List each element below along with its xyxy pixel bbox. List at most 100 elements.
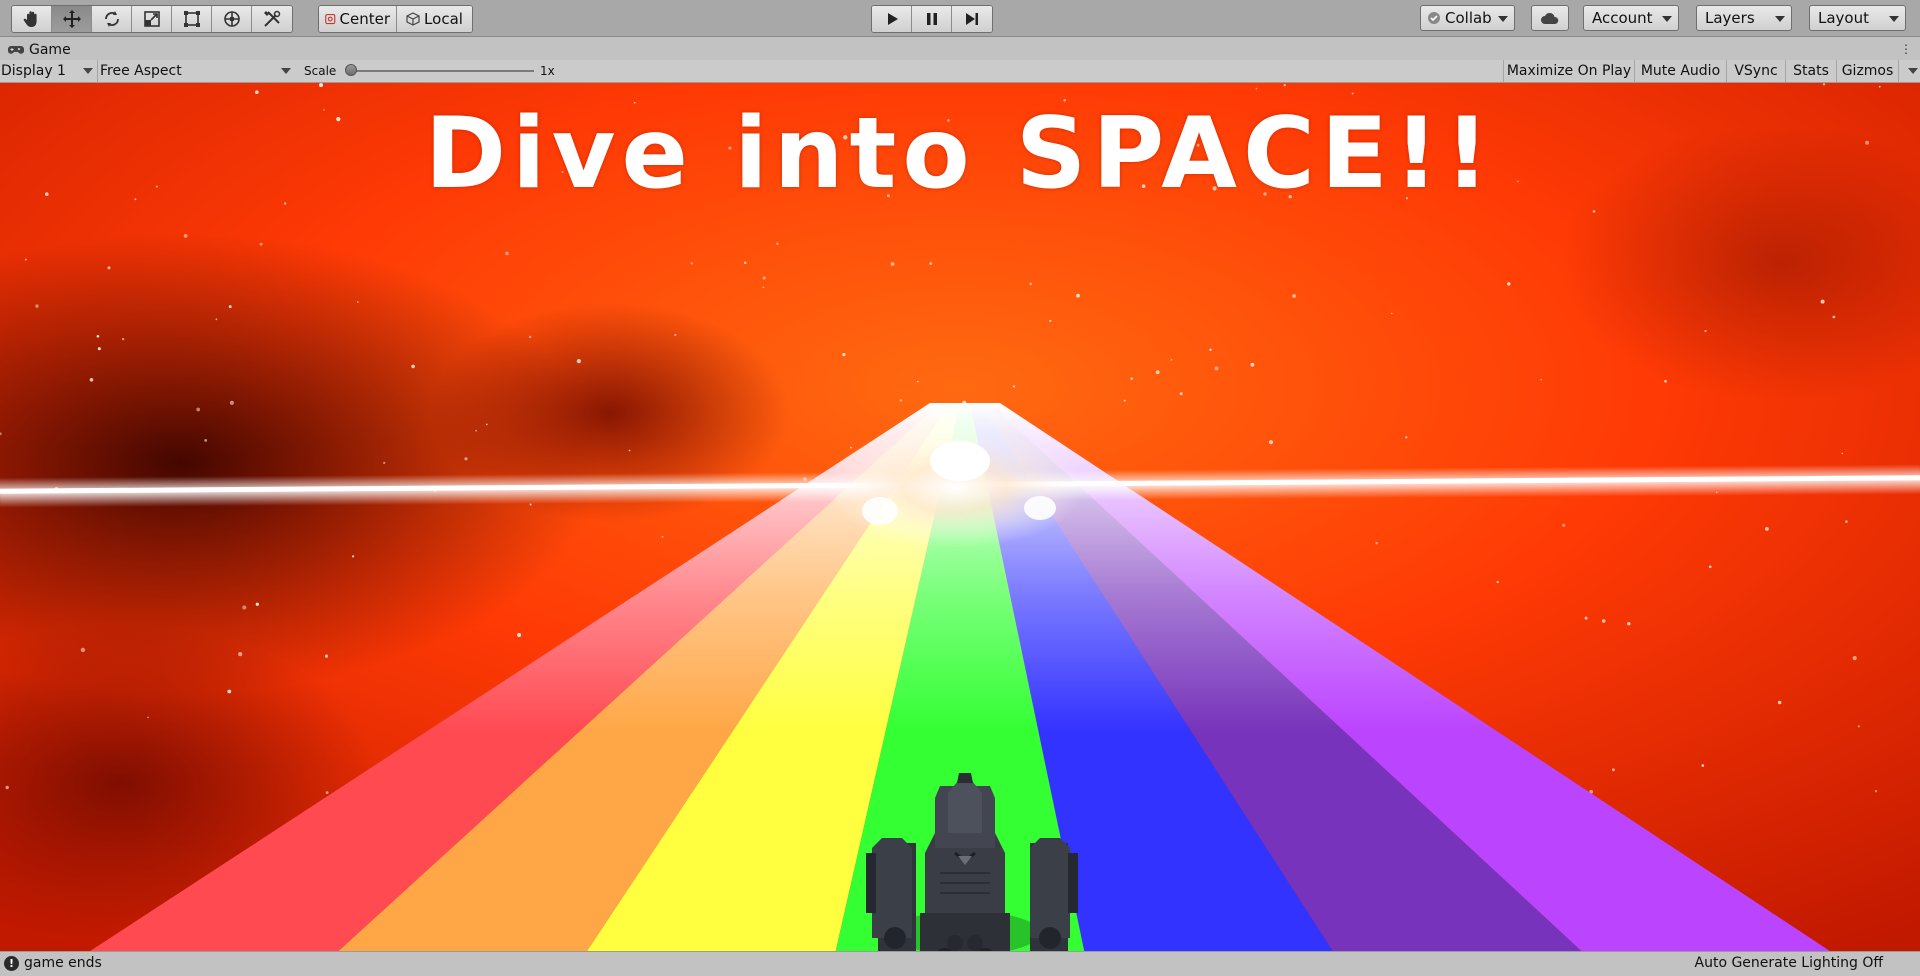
hand-tool-button[interactable]	[12, 6, 52, 32]
star	[215, 318, 218, 321]
rotate-tool-button[interactable]	[92, 6, 132, 32]
maximize-on-play-toggle[interactable]: Maximize On Play	[1503, 60, 1634, 82]
star	[850, 446, 852, 449]
star	[464, 457, 468, 461]
star	[1584, 616, 1588, 620]
scale-slider-thumb[interactable]	[345, 64, 357, 76]
star	[1832, 315, 1836, 319]
scale-label: Scale	[304, 64, 337, 78]
move-tool-button[interactable]	[52, 6, 92, 32]
star	[1405, 436, 1408, 439]
scale-tool-button[interactable]	[132, 6, 172, 32]
star	[357, 301, 359, 303]
star	[107, 266, 111, 270]
star	[1496, 580, 1499, 584]
scale-slider-track[interactable]	[350, 70, 534, 72]
scale-icon	[143, 11, 160, 27]
status-message[interactable]: game ends	[24, 955, 102, 971]
star	[97, 347, 101, 351]
play-button[interactable]	[872, 6, 912, 32]
layout-dropdown[interactable]: Layout	[1809, 5, 1906, 31]
step-button[interactable]	[952, 6, 992, 32]
transform-tool-button[interactable]	[212, 6, 252, 32]
star	[1612, 768, 1615, 772]
tab-game[interactable]: Game	[0, 40, 71, 60]
star	[674, 334, 677, 336]
scale-value: 1x	[540, 64, 555, 78]
star	[1562, 523, 1566, 527]
display-dropdown[interactable]: Display 1	[0, 60, 98, 82]
gizmos-toggle[interactable]: Gizmos	[1836, 60, 1898, 82]
star	[1375, 542, 1378, 545]
account-dropdown[interactable]: Account	[1583, 5, 1679, 31]
star	[1701, 764, 1705, 767]
star	[1049, 319, 1052, 322]
star	[383, 461, 386, 465]
star	[1874, 790, 1878, 793]
star	[229, 400, 234, 405]
chevron-down-icon	[1889, 16, 1899, 22]
star	[517, 633, 522, 637]
main-toolbar: Center Local Collab Account Layers Layou…	[0, 0, 1920, 37]
stats-label: Stats	[1793, 63, 1829, 79]
vsync-toggle[interactable]: VSync	[1726, 60, 1785, 82]
display-label: Display 1	[1, 63, 66, 79]
star	[1170, 358, 1173, 361]
star	[1765, 527, 1769, 531]
move-icon	[62, 10, 81, 28]
star	[505, 251, 509, 256]
star	[1076, 293, 1080, 298]
pivot-rotation-label: Local	[424, 10, 463, 28]
star	[80, 647, 86, 653]
chevron-down-icon	[1775, 16, 1785, 22]
star	[1391, 312, 1393, 315]
star	[35, 304, 39, 308]
hand-icon	[23, 11, 37, 27]
star	[227, 689, 232, 694]
pivot-mode-label: Center	[339, 10, 391, 28]
pivot-rotation-button[interactable]: Local	[397, 6, 472, 32]
game-viewport[interactable]: Dive into SPACE!!	[0, 83, 1920, 951]
star	[352, 555, 355, 558]
chevron-down-icon	[1498, 16, 1508, 22]
mute-audio-label: Mute Audio	[1640, 63, 1721, 79]
pivot-toggles: Center Local	[318, 5, 473, 33]
local-cube-icon	[406, 12, 420, 26]
pause-icon	[926, 13, 937, 25]
star	[744, 261, 747, 264]
cloud-icon	[1541, 12, 1559, 24]
collab-dropdown[interactable]: Collab	[1420, 5, 1515, 31]
star	[690, 262, 693, 265]
star	[24, 258, 27, 261]
aspect-dropdown[interactable]: Free Aspect	[99, 60, 295, 82]
mute-audio-toggle[interactable]: Mute Audio	[1634, 60, 1726, 82]
layers-label: Layers	[1705, 9, 1755, 27]
pause-button[interactable]	[912, 6, 952, 32]
star	[929, 262, 933, 265]
chevron-down-icon	[83, 68, 93, 74]
rect-tool-button[interactable]	[172, 6, 212, 32]
gamepad-icon	[8, 46, 24, 54]
tab-menu-icon[interactable]: ⋮	[1900, 42, 1912, 56]
star	[528, 335, 532, 339]
game-title: Dive into SPACE!!	[424, 97, 1496, 211]
star	[183, 234, 188, 238]
star	[96, 335, 100, 338]
lighting-status: Auto Generate Lighting Off	[1694, 955, 1884, 971]
star	[1845, 520, 1848, 523]
star	[411, 364, 415, 369]
layers-dropdown[interactable]: Layers	[1696, 5, 1792, 31]
cloud-button[interactable]	[1531, 5, 1569, 31]
tab-title: Game	[29, 42, 71, 58]
star	[485, 423, 488, 426]
custom-tool-button[interactable]	[252, 6, 292, 32]
stats-toggle[interactable]: Stats	[1785, 60, 1836, 82]
star	[1155, 370, 1160, 375]
transform-tools	[11, 5, 293, 33]
gizmos-dropdown[interactable]	[1898, 60, 1920, 82]
star	[204, 439, 208, 442]
star	[238, 652, 243, 657]
star	[776, 242, 779, 245]
star	[1351, 92, 1354, 95]
pivot-mode-button[interactable]: Center	[319, 6, 397, 32]
